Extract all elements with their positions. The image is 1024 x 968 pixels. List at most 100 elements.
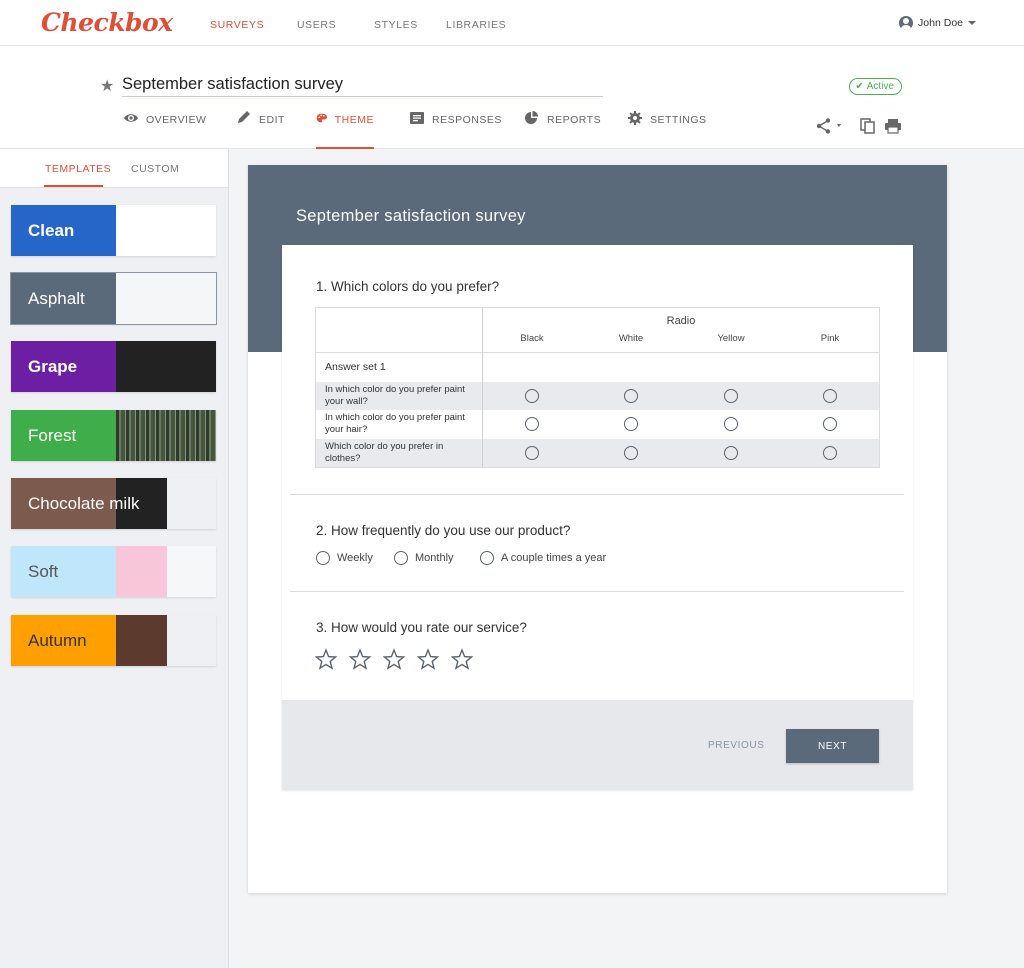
- matrix-header: Radio: [666, 315, 696, 327]
- radio-button[interactable]: [823, 389, 837, 403]
- radio-button[interactable]: [624, 417, 638, 431]
- checkbox-logo[interactable]: Checkbox: [41, 8, 173, 37]
- matrix-row-label: In which color do you prefer paint your …: [325, 412, 465, 435]
- theme-background-swatch: [167, 615, 216, 666]
- nav-styles[interactable]: STYLES: [374, 19, 418, 31]
- radio-button[interactable]: [724, 389, 738, 403]
- matrix-column-black: Black: [520, 333, 544, 344]
- survey-title-input[interactable]: September satisfaction survey: [122, 75, 603, 97]
- theme-name: Clean: [28, 221, 75, 240]
- radio-button[interactable]: [525, 446, 539, 460]
- theme-name: Chocolate milk: [28, 494, 140, 513]
- radio-button[interactable]: [480, 551, 494, 565]
- nav-libraries[interactable]: LIBRARIES: [446, 19, 506, 31]
- theme-card-chocolate-milk[interactable]: Chocolate milk: [11, 478, 216, 529]
- theme-card-soft[interactable]: Soft: [11, 546, 216, 597]
- theme-secondary-swatch: [116, 205, 216, 256]
- tab-templates[interactable]: TEMPLATES: [45, 163, 111, 175]
- question-3-text: 3. How would you rate our service?: [316, 620, 527, 635]
- theme-sidebar: TEMPLATES CUSTOM Clean Asphalt Grape Forest…: [0, 149, 229, 968]
- theme-primary-swatch: Clean: [11, 205, 116, 256]
- star-icon[interactable]: [451, 648, 485, 672]
- radio-button[interactable]: [624, 446, 638, 460]
- matrix-divider: [316, 352, 879, 353]
- nav-users[interactable]: USERS: [297, 19, 336, 31]
- status-badge: ✔ Active: [849, 78, 902, 95]
- tab-responses[interactable]: RESPONSES: [409, 112, 502, 149]
- print-icon[interactable]: [884, 118, 902, 134]
- theme-primary-swatch: Asphalt: [11, 273, 116, 324]
- theme-primary-swatch: Chocolate milk: [11, 478, 140, 529]
- eye-icon: [124, 114, 138, 122]
- option-monthly[interactable]: Monthly: [394, 551, 454, 565]
- theme-card-grape[interactable]: Grape: [11, 341, 216, 392]
- survey-header: ★ September satisfaction survey ✔ Active…: [0, 46, 1024, 149]
- matrix-row-label: In which color do you prefer paint your …: [325, 384, 465, 407]
- option-label: A couple times a year: [501, 552, 607, 564]
- option-label: Monthly: [415, 552, 454, 564]
- radio-button[interactable]: [624, 389, 638, 403]
- tab-reports[interactable]: REPORTS: [524, 111, 602, 149]
- radio-button[interactable]: [823, 446, 837, 460]
- question-card: 1. Which colors do you prefer? Radio Bla…: [282, 245, 913, 790]
- radio-button[interactable]: [724, 417, 738, 431]
- option-weekly[interactable]: Weekly: [316, 551, 373, 565]
- star-rating: [315, 648, 485, 672]
- previous-button[interactable]: PREVIOUS: [708, 740, 764, 751]
- tab-overview-label: OVERVIEW: [146, 114, 207, 126]
- radio-button[interactable]: [316, 551, 330, 565]
- user-name: John Doe: [918, 17, 963, 29]
- nav-surveys[interactable]: SURVEYS: [210, 19, 264, 31]
- next-button[interactable]: NEXT: [786, 729, 879, 763]
- question-2-text: 2. How frequently do you use our product…: [316, 523, 571, 538]
- tab-reports-label: REPORTS: [547, 114, 602, 126]
- question-divider: [290, 494, 904, 495]
- star-icon[interactable]: [383, 648, 417, 672]
- theme-card-asphalt[interactable]: Asphalt: [10, 272, 217, 325]
- star-icon[interactable]: [417, 648, 451, 672]
- star-icon[interactable]: [315, 648, 349, 672]
- tab-custom[interactable]: CUSTOM: [131, 163, 179, 175]
- responses-icon: [410, 112, 424, 124]
- favorite-star-icon[interactable]: ★: [100, 76, 114, 96]
- chevron-down-icon: [968, 21, 976, 25]
- theme-tabs: TEMPLATES CUSTOM: [0, 149, 228, 188]
- radio-button[interactable]: [525, 417, 539, 431]
- theme-primary-swatch: Soft: [11, 546, 116, 597]
- theme-primary-swatch: Grape: [11, 341, 116, 392]
- theme-background-swatch: [167, 478, 216, 529]
- tab-theme[interactable]: THEME: [316, 112, 374, 149]
- copy-icon[interactable]: [859, 118, 877, 134]
- user-menu[interactable]: John Doe: [899, 16, 976, 30]
- share-icon[interactable]: [816, 118, 846, 134]
- radio-button[interactable]: [394, 551, 408, 565]
- matrix-answer-set: Answer set 1: [325, 361, 386, 373]
- theme-background-swatch: [167, 546, 216, 597]
- theme-name: Asphalt: [28, 289, 85, 308]
- theme-card-forest[interactable]: Forest: [11, 410, 216, 461]
- theme-card-clean[interactable]: Clean: [11, 205, 216, 256]
- theme-name: Soft: [28, 562, 59, 581]
- tab-overview[interactable]: OVERVIEW: [123, 112, 206, 149]
- user-avatar-icon: [899, 16, 914, 30]
- tab-edit[interactable]: EDIT: [236, 111, 285, 149]
- preview-survey-title: September satisfaction survey: [296, 207, 526, 225]
- matrix-column-yellow: Yellow: [717, 333, 745, 344]
- radio-button[interactable]: [724, 446, 738, 460]
- option-label: Weekly: [337, 552, 373, 564]
- matrix-column-divider: [482, 308, 483, 467]
- question-divider: [290, 591, 904, 592]
- matrix-row: In which color do you prefer paint your …: [316, 410, 879, 438]
- radio-button[interactable]: [525, 389, 539, 403]
- radio-button[interactable]: [823, 417, 837, 431]
- theme-name: Autumn: [28, 631, 87, 650]
- matrix-column-pink: Pink: [820, 333, 840, 344]
- option-couple-times-a-year[interactable]: A couple times a year: [480, 551, 606, 565]
- matrix-row-label: Which color do you prefer in clothes?: [325, 441, 444, 464]
- tab-responses-label: RESPONSES: [432, 114, 502, 126]
- tab-edit-label: EDIT: [259, 114, 285, 126]
- star-icon[interactable]: [349, 648, 383, 672]
- theme-card-autumn[interactable]: Autumn: [11, 615, 216, 666]
- theme-name: Grape: [28, 357, 78, 376]
- tab-settings[interactable]: SETTINGS: [627, 111, 707, 149]
